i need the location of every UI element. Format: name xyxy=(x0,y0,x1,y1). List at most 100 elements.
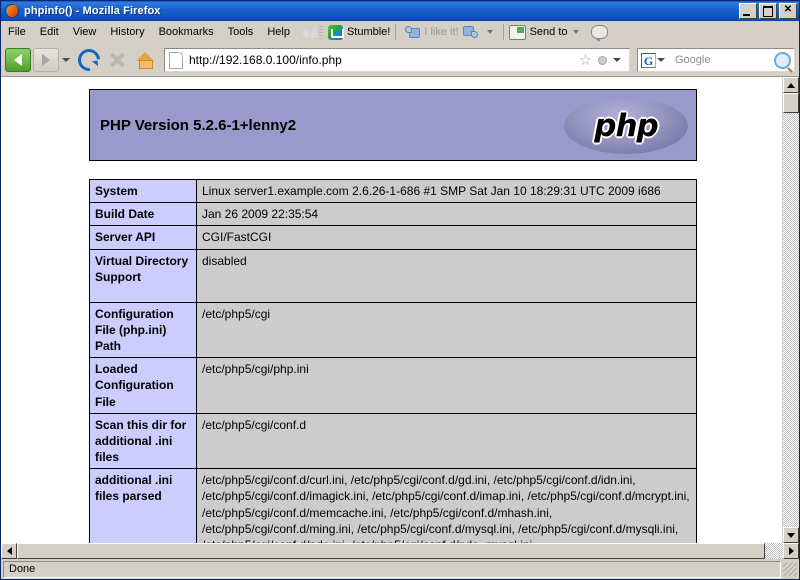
horizontal-scroll-track[interactable] xyxy=(17,543,783,559)
scroll-up-button[interactable] xyxy=(783,77,799,93)
bookmark-star-icon[interactable]: ☆ xyxy=(578,53,593,68)
scroll-down-button[interactable] xyxy=(783,527,799,543)
php-logo-text: php xyxy=(594,108,658,144)
phpinfo-table: System Linux server1.example.com 2.6.26-… xyxy=(89,178,697,543)
history-dropdown-icon[interactable] xyxy=(62,58,70,62)
stumble-button[interactable]: Stumble! xyxy=(347,26,390,38)
navigation-toolbar: http://192.168.0.100/info.php ☆ G Google xyxy=(1,44,799,77)
home-icon xyxy=(136,52,154,69)
magnifier-icon[interactable] xyxy=(774,51,791,69)
vertical-scrollbar[interactable] xyxy=(782,77,799,543)
chevron-right-icon xyxy=(788,547,794,555)
maximize-button[interactable] xyxy=(759,3,777,19)
thumbs-up-icon[interactable] xyxy=(405,25,421,39)
row-value: /etc/php5/cgi/conf.d/curl.ini, /etc/php5… xyxy=(196,468,697,543)
php-version-banner: PHP Version 5.2.6-1+lenny2 php xyxy=(89,89,697,161)
menu-item-file[interactable]: File xyxy=(1,24,33,40)
scroll-left-button[interactable] xyxy=(1,543,17,559)
vertical-scroll-track[interactable] xyxy=(783,93,799,527)
row-value: /etc/php5/cgi/php.ini xyxy=(196,357,697,414)
comment-bubble-icon[interactable] xyxy=(590,25,608,42)
toolbar-drag-handle[interactable] xyxy=(318,25,323,39)
chevron-up-icon xyxy=(787,82,795,88)
reload-icon xyxy=(73,44,105,76)
throbber-icon xyxy=(302,25,317,39)
window-title: phpinfo() - Mozilla Firefox xyxy=(24,5,161,17)
stop-icon xyxy=(109,52,125,68)
status-text: Done xyxy=(9,563,36,575)
menu-item-edit[interactable]: Edit xyxy=(33,24,66,40)
table-row: Build Date Jan 26 2009 22:35:54 xyxy=(89,202,697,227)
menu-item-view[interactable]: View xyxy=(66,24,104,40)
row-value: Jan 26 2009 22:35:54 xyxy=(196,202,697,227)
menu-item-bookmarks[interactable]: Bookmarks xyxy=(152,24,221,40)
send-to-button[interactable]: Send to xyxy=(530,26,568,38)
title-bar: phpinfo() - Mozilla Firefox ✕ xyxy=(1,1,799,21)
resize-grip[interactable] xyxy=(783,562,797,576)
row-label: Build Date xyxy=(89,202,197,227)
table-row: Scan this dir for additional .ini files … xyxy=(89,412,697,470)
scroll-right-button[interactable] xyxy=(783,543,799,559)
status-panel: Done xyxy=(3,560,781,578)
address-bar[interactable]: http://192.168.0.100/info.php ☆ xyxy=(164,48,630,72)
row-label: Scan this dir for additional .ini files xyxy=(89,412,197,470)
status-bar: Done xyxy=(1,559,799,579)
content-viewport: PHP Version 5.2.6-1+lenny2 php System Li… xyxy=(1,77,799,543)
menu-item-history[interactable]: History xyxy=(103,24,151,40)
stumbleupon-logo-icon[interactable] xyxy=(327,24,344,40)
vertical-scroll-thumb[interactable] xyxy=(783,93,799,113)
horizontal-scroll-thumb[interactable] xyxy=(17,543,765,559)
table-row: Loaded Configuration File /etc/php5/cgi/… xyxy=(89,357,697,414)
php-version-text: PHP Version 5.2.6-1+lenny2 xyxy=(100,116,297,134)
window-controls: ✕ xyxy=(739,3,797,19)
phpinfo-content: PHP Version 5.2.6-1+lenny2 php System Li… xyxy=(89,89,697,543)
row-label: System xyxy=(89,178,197,204)
table-row: Configuration File (php.ini) Path /etc/p… xyxy=(89,301,697,359)
row-value: disabled xyxy=(196,248,697,303)
table-row: Virtual Directory Support disabled xyxy=(89,248,697,303)
horizontal-scrollbar[interactable] xyxy=(1,543,799,559)
menu-item-tools[interactable]: Tools xyxy=(221,24,261,40)
table-row: additional .ini files parsed /etc/php5/c… xyxy=(89,468,697,543)
minimize-button[interactable] xyxy=(739,3,757,19)
back-button[interactable] xyxy=(5,48,31,72)
thumbs-down-icon[interactable] xyxy=(463,25,478,39)
toolbar-separator xyxy=(395,24,397,40)
toolbar-separator-2 xyxy=(502,24,504,40)
feed-icon[interactable] xyxy=(598,55,607,65)
chevron-down-icon xyxy=(787,532,795,538)
menu-item-help[interactable]: Help xyxy=(260,24,297,40)
menu-bar: File Edit View History Bookmarks Tools H… xyxy=(1,21,799,44)
row-label: Server API xyxy=(89,225,197,250)
search-input[interactable]: Google xyxy=(669,54,774,66)
row-label: Virtual Directory Support xyxy=(89,248,197,303)
row-label: Configuration File (php.ini) Path xyxy=(89,301,197,359)
stop-button[interactable] xyxy=(104,48,130,72)
google-logo-icon[interactable]: G xyxy=(641,52,656,68)
firefox-icon xyxy=(4,3,20,19)
close-button[interactable]: ✕ xyxy=(779,3,797,19)
row-value: /etc/php5/cgi/conf.d xyxy=(196,412,697,470)
chevron-down-icon[interactable] xyxy=(486,30,493,34)
i-like-it-button[interactable]: I like it! xyxy=(424,26,458,38)
row-label: Loaded Configuration File xyxy=(89,357,197,414)
row-value: CGI/FastCGI xyxy=(196,225,697,250)
browser-window: phpinfo() - Mozilla Firefox ✕ File Edit … xyxy=(0,0,800,580)
row-label: additional .ini files parsed xyxy=(89,468,197,543)
phpinfo-table-body: System Linux server1.example.com 2.6.26-… xyxy=(89,178,697,543)
chevron-left-icon xyxy=(6,547,12,555)
page-icon xyxy=(169,51,183,69)
address-dropdown-icon[interactable] xyxy=(613,58,621,62)
row-value: Linux server1.example.com 2.6.26-1-686 #… xyxy=(196,178,697,204)
forward-button[interactable] xyxy=(33,48,59,72)
home-button[interactable] xyxy=(132,48,158,72)
reload-button[interactable] xyxy=(73,44,105,76)
row-value: /etc/php5/cgi xyxy=(196,301,697,359)
phpinfo-page: PHP Version 5.2.6-1+lenny2 php System Li… xyxy=(1,77,782,543)
php-logo-icon: php xyxy=(564,98,688,154)
table-row: System Linux server1.example.com 2.6.26-… xyxy=(89,178,697,204)
send-to-chevron-icon[interactable] xyxy=(572,30,579,34)
search-engine-chevron-icon[interactable] xyxy=(657,58,665,62)
search-bar[interactable]: G Google xyxy=(637,48,795,72)
send-to-icon[interactable] xyxy=(508,24,526,40)
